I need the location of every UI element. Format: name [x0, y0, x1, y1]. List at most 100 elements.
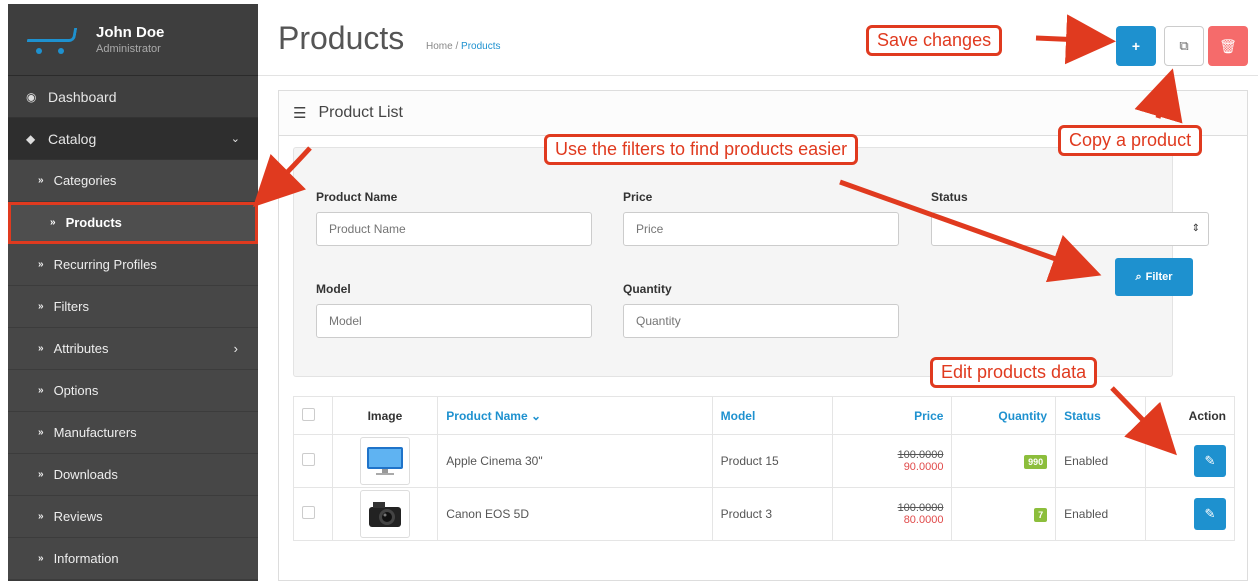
row-select-cell: [293, 487, 333, 541]
chevron-down-icon: ⌄: [230, 133, 240, 145]
product-model-cell: Product 3: [711, 487, 833, 541]
product-table: Image Product Name ⌄ Model Price Quantit…: [293, 396, 1236, 541]
product-name-input[interactable]: [316, 212, 592, 246]
double-chevron-right-icon: »: [38, 301, 44, 312]
double-chevron-right-icon: »: [38, 427, 44, 438]
add-product-button[interactable]: +: [1116, 26, 1156, 66]
product-image-cell: [331, 487, 439, 541]
search-icon: ⌕: [1135, 270, 1142, 283]
double-chevron-right-icon: »: [50, 217, 56, 228]
sidebar-item-label: Downloads: [53, 467, 118, 482]
edit-products-callout: Edit products data: [930, 357, 1098, 388]
product-price-cell: 100.0000 90.0000: [831, 434, 953, 488]
sidebar-item-recurring-profiles[interactable]: » Recurring Profiles: [8, 244, 258, 286]
quantity-badge: 7: [1034, 507, 1048, 522]
double-chevron-right-icon: »: [38, 553, 44, 564]
row-checkbox[interactable]: [302, 453, 315, 466]
sidebar-item-categories[interactable]: » Categories: [8, 160, 258, 202]
select-all-cell: [293, 396, 333, 435]
double-chevron-right-icon: »: [38, 175, 44, 186]
delete-product-button[interactable]: 🗑: [1208, 26, 1248, 66]
sidebar-item-attributes[interactable]: » Attributes ›: [8, 328, 258, 370]
double-chevron-right-icon: »: [38, 469, 44, 480]
product-model-cell: Product 15: [711, 434, 833, 488]
quantity-label: Quantity: [623, 282, 672, 296]
status-select[interactable]: ⇕: [931, 212, 1209, 246]
table-row: Canon EOS 5D Product 3 100.0000 80.0000 …: [293, 487, 1236, 541]
column-quantity[interactable]: Quantity: [951, 396, 1057, 435]
sidebar: John Doe Administrator ◉ Dashboard ◆ Cat…: [8, 4, 258, 581]
column-product-name-label: Product Name: [446, 408, 528, 423]
filter-button[interactable]: ⌕ Filter: [1115, 258, 1193, 296]
sidebar-item-dashboard[interactable]: ◉ Dashboard: [8, 76, 258, 118]
product-price-cell: 100.0000 80.0000: [831, 487, 953, 541]
edit-button[interactable]: ✎: [1194, 445, 1226, 477]
sort-chevron-down-icon: ⌄: [530, 408, 542, 423]
sidebar-item-label: Information: [53, 551, 119, 566]
sidebar-item-label: Options: [53, 383, 99, 398]
page-title: Products: [278, 20, 405, 56]
select-all-checkbox[interactable]: [302, 407, 315, 421]
trash-icon: 🗑: [1219, 37, 1237, 54]
filter-panel: Product Name Price Status ⇕ Model Quanti…: [293, 147, 1209, 377]
column-model[interactable]: Model: [711, 396, 833, 435]
product-name-label: Product Name: [316, 190, 398, 204]
user-role: Administrator: [96, 43, 161, 55]
copy-icon: ⧉: [1179, 38, 1189, 53]
column-action: Action: [1144, 396, 1236, 435]
sidebar-item-label: Reviews: [53, 509, 103, 524]
sidebar-item-catalog[interactable]: ◆ Catalog ⌄: [8, 118, 258, 160]
model-input[interactable]: [316, 304, 592, 338]
sidebar-item-manufacturers[interactable]: » Manufacturers: [8, 412, 258, 454]
price-input[interactable]: [623, 212, 899, 246]
sidebar-item-options[interactable]: » Options: [8, 370, 258, 412]
table-row: Apple Cinema 30" Product 15 100.0000 90.…: [293, 434, 1236, 488]
double-chevron-right-icon: »: [38, 259, 44, 270]
breadcrumb-home[interactable]: Home: [426, 41, 453, 52]
row-checkbox[interactable]: [302, 506, 315, 519]
sidebar-item-label: Filters: [53, 299, 89, 314]
price-original: 100.0000: [897, 449, 944, 461]
sidebar-item-label: Catalog: [48, 130, 97, 147]
camera-thumbnail-icon: [359, 490, 410, 538]
sidebar-item-downloads[interactable]: » Downloads: [8, 454, 258, 496]
price-special: 80.0000: [903, 514, 944, 526]
column-price[interactable]: Price: [831, 396, 953, 435]
action-cell: ✎: [1144, 487, 1236, 541]
double-chevron-right-icon: »: [38, 343, 44, 354]
quantity-input[interactable]: [623, 304, 899, 338]
product-quantity-cell: 990: [951, 434, 1057, 488]
sidebar-item-products[interactable]: » Products: [8, 202, 258, 244]
user-name: John Doe: [96, 24, 165, 41]
sidebar-item-information[interactable]: » Information: [8, 538, 258, 580]
copy-product-callout: Copy a product: [1058, 125, 1203, 156]
sidebar-item-label: Dashboard: [48, 88, 117, 105]
column-status[interactable]: Status: [1055, 396, 1146, 435]
sidebar-nav: ◉ Dashboard ◆ Catalog ⌄ » Categories » P…: [8, 76, 258, 580]
save-changes-callout: Save changes: [866, 25, 1003, 56]
copy-product-button[interactable]: ⧉: [1164, 26, 1204, 66]
price-label: Price: [623, 190, 653, 204]
cart-logo-icon: [26, 20, 82, 60]
plus-icon: +: [1131, 38, 1141, 54]
double-chevron-right-icon: »: [38, 511, 44, 522]
price-original: 100.0000: [897, 502, 944, 514]
sidebar-item-reviews[interactable]: » Reviews: [8, 496, 258, 538]
pencil-icon: ✎: [1204, 453, 1216, 468]
column-image: Image: [331, 396, 439, 435]
breadcrumb: Home / Products: [426, 41, 501, 52]
tag-icon: ◆: [26, 131, 36, 146]
column-product-name[interactable]: Product Name ⌄: [437, 396, 713, 435]
sidebar-item-filters[interactable]: » Filters: [8, 286, 258, 328]
breadcrumb-current[interactable]: Products: [461, 41, 500, 52]
sidebar-item-label: Attributes: [53, 341, 109, 356]
product-status-cell: Enabled: [1055, 434, 1146, 488]
user-profile: John Doe Administrator: [8, 4, 258, 76]
action-cell: ✎: [1144, 434, 1236, 488]
monitor-thumbnail-icon: [359, 437, 410, 485]
edit-button[interactable]: ✎: [1194, 498, 1226, 530]
product-name-cell: Apple Cinema 30": [437, 434, 713, 488]
price-special: 90.0000: [903, 461, 944, 473]
table-header-row: Image Product Name ⌄ Model Price Quantit…: [293, 396, 1236, 435]
product-name-cell: Canon EOS 5D: [437, 487, 713, 541]
